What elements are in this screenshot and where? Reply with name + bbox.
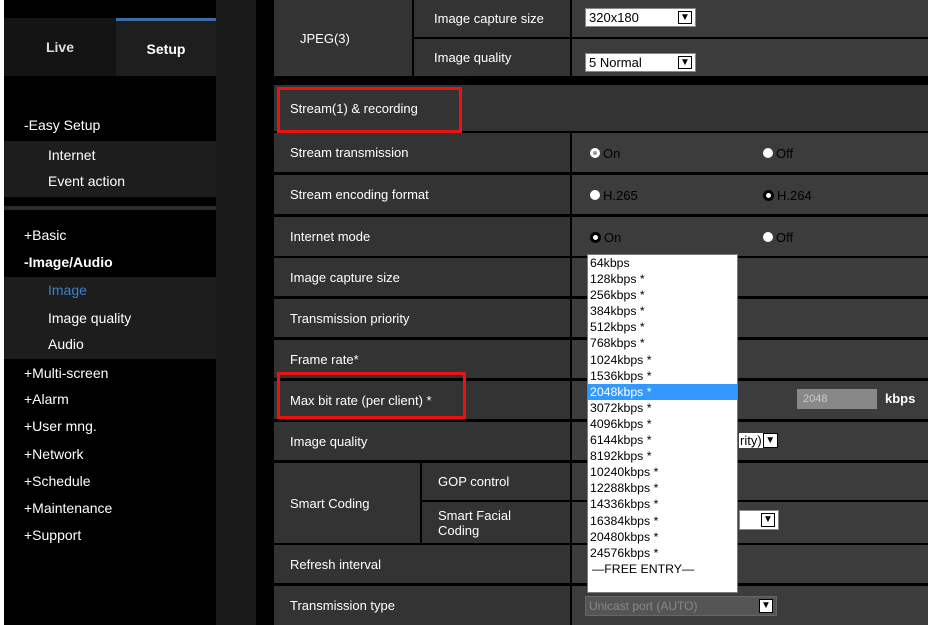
- internet-mode-on-radio[interactable]: On: [590, 228, 621, 246]
- jpeg3-quality-label: Image quality: [414, 39, 570, 76]
- stream-transmission-cell: [572, 133, 928, 172]
- internet-mode-label: Internet mode: [274, 217, 570, 256]
- refresh-interval-label: Refresh interval: [274, 545, 570, 583]
- transmission-type-select[interactable]: Unicast port (AUTO) ▼: [585, 596, 777, 616]
- stream-encoding-label: Stream encoding format: [274, 175, 570, 214]
- jpeg3-capture-size-select[interactable]: 320x180 ▼: [585, 8, 696, 27]
- capture-size-label: Image capture size: [274, 258, 570, 296]
- sidebar-item-user-mng[interactable]: +User mng.: [4, 414, 216, 439]
- sidebar-item-support[interactable]: +Support: [4, 523, 216, 548]
- jpeg3-label: JPEG(3): [274, 0, 412, 76]
- radio-label: On: [603, 145, 621, 161]
- dropdown-option[interactable]: 16384kbps *: [588, 513, 737, 529]
- radio-unselected-icon: [590, 190, 600, 200]
- internet-mode-cell: [572, 217, 928, 256]
- dropdown-option[interactable]: 384kbps *: [588, 303, 737, 319]
- dropdown-option[interactable]: 768kbps *: [588, 335, 737, 351]
- sidebar: Live Setup -Easy Setup Internet Event ac…: [4, 0, 216, 625]
- tab-live[interactable]: Live: [4, 18, 116, 76]
- max-bit-rate-dropdown[interactable]: 64kbps 128kbps * 256kbps * 384kbps * 512kbps…: [587, 254, 738, 593]
- sidebar-scroll-gutter: [216, 0, 256, 625]
- radio-unselected-icon: [763, 148, 773, 158]
- image-quality-select[interactable]: rity) ▼: [739, 431, 778, 450]
- transmission-type-label: Transmission type: [274, 586, 570, 625]
- max-bit-rate-input[interactable]: 2048: [797, 389, 877, 409]
- sidebar-item-schedule[interactable]: +Schedule: [4, 469, 216, 494]
- radio-selected-icon: [590, 231, 601, 243]
- dropdown-option[interactable]: 12288kbps *: [588, 480, 737, 496]
- radio-label: Off: [776, 229, 794, 245]
- encoding-h265-radio[interactable]: H.265: [590, 186, 638, 204]
- radio-label: H.264: [777, 187, 812, 203]
- chevron-down-icon: ▼: [678, 11, 692, 24]
- kbps-unit: kbps: [885, 391, 916, 406]
- dropdown-option[interactable]: 3072kbps *: [588, 400, 737, 416]
- dropdown-option[interactable]: 256kbps *: [588, 287, 737, 303]
- sidebar-item-multi-screen[interactable]: +Multi-screen: [4, 361, 216, 386]
- dropdown-option[interactable]: 64kbps: [588, 255, 737, 271]
- internet-mode-off-radio[interactable]: Off: [763, 228, 793, 246]
- mode-tabs: Live Setup: [4, 18, 216, 76]
- highlight-stream-header: [277, 87, 462, 133]
- tab-setup[interactable]: Setup: [116, 18, 216, 76]
- dropdown-option[interactable]: 1536kbps *: [588, 368, 737, 384]
- sidebar-item-event-action[interactable]: Event action: [4, 169, 216, 197]
- dropdown-option[interactable]: 4096kbps *: [588, 416, 737, 432]
- dropdown-option[interactable]: 6144kbps *: [588, 432, 737, 448]
- dropdown-option[interactable]: 14336kbps *: [588, 496, 737, 512]
- transmission-type-value: Unicast port (AUTO): [589, 599, 698, 613]
- smart-facial-coding-select[interactable]: ▼: [739, 510, 779, 530]
- dropdown-option[interactable]: 2048kbps *: [588, 383, 737, 400]
- stream-transmission-on-radio[interactable]: On: [590, 144, 620, 162]
- dropdown-option[interactable]: 128kbps *: [588, 271, 737, 287]
- sidebar-item-network[interactable]: +Network: [4, 442, 216, 467]
- dropdown-option[interactable]: 24576kbps *: [588, 545, 737, 561]
- dropdown-option[interactable]: 1024kbps *: [588, 352, 737, 368]
- sidebar-item-alarm[interactable]: +Alarm: [4, 387, 216, 412]
- smart-facial-coding-line2: Coding: [438, 522, 480, 538]
- dropdown-option[interactable]: —FREE ENTRY—: [588, 561, 737, 577]
- dropdown-option[interactable]: 10240kbps *: [588, 464, 737, 480]
- sidebar-item-internet[interactable]: Internet: [4, 141, 216, 169]
- sidebar-item-audio[interactable]: Audio: [4, 332, 216, 359]
- radio-label: Off: [776, 145, 794, 161]
- image-quality-label: Image quality: [274, 422, 570, 460]
- jpeg3-quality-select[interactable]: 5 Normal ▼: [585, 53, 696, 72]
- sidebar-item-basic[interactable]: +Basic: [4, 223, 216, 248]
- radio-label: H.265: [603, 187, 638, 203]
- smart-facial-coding-line1: Smart Facial: [438, 507, 511, 523]
- sidebar-item-image-quality[interactable]: Image quality: [4, 305, 216, 332]
- chevron-down-icon: ▼: [761, 513, 775, 527]
- priority-label: Transmission priority: [274, 299, 570, 337]
- highlight-max-bit-rate: [277, 372, 466, 419]
- stream-transmission-label: Stream transmission: [274, 133, 570, 172]
- sidebar-item-image[interactable]: Image: [4, 277, 216, 305]
- radio-unselected-icon: [763, 232, 773, 242]
- chevron-down-icon: ▼: [759, 599, 773, 613]
- dropdown-option[interactable]: 8192kbps *: [588, 448, 737, 464]
- sidebar-item-easy-setup[interactable]: -Easy Setup: [4, 113, 216, 138]
- jpeg3-quality-value: 5 Normal: [589, 55, 642, 70]
- radio-selected-icon: [590, 148, 600, 158]
- encoding-h264-radio[interactable]: H.264: [763, 186, 812, 204]
- chevron-down-icon: ▼: [678, 56, 692, 69]
- radio-selected-icon: [763, 189, 774, 201]
- image-quality-value: rity): [739, 433, 763, 448]
- dropdown-option[interactable]: 20480kbps *: [588, 529, 737, 545]
- sidebar-divider: [4, 206, 216, 210]
- smart-coding-label: Smart Coding: [274, 463, 420, 543]
- jpeg3-capture-size-label: Image capture size: [414, 0, 570, 37]
- radio-label: On: [604, 229, 622, 245]
- chevron-down-icon: ▼: [762, 433, 778, 448]
- smart-facial-coding-label: Smart Facial Coding: [422, 502, 570, 543]
- dropdown-option[interactable]: 512kbps *: [588, 319, 737, 335]
- jpeg3-capture-size-value: 320x180: [589, 10, 639, 25]
- gop-control-label: GOP control: [422, 463, 570, 500]
- sidebar-item-maintenance[interactable]: +Maintenance: [4, 496, 216, 521]
- sidebar-item-image-audio[interactable]: -Image/Audio: [4, 250, 216, 275]
- stream-transmission-off-radio[interactable]: Off: [763, 144, 793, 162]
